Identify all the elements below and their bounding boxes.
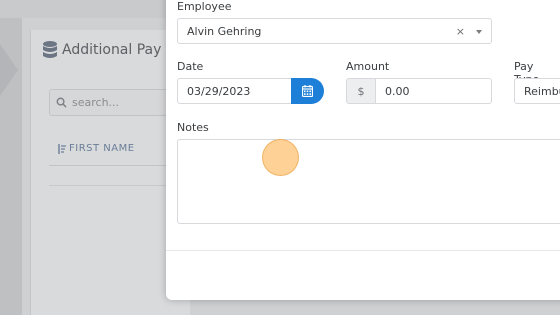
employee-value: Alvin Gehring (187, 24, 262, 38)
sidebar-collapse-arrow (0, 44, 18, 96)
table-divider (49, 185, 169, 186)
table-divider (49, 165, 169, 166)
notes-textarea[interactable] (177, 139, 560, 224)
employee-select[interactable]: Alvin Gehring × (177, 18, 492, 44)
employee-label: Employee (177, 0, 232, 13)
click-indicator (262, 139, 299, 176)
modal-footer-divider (166, 250, 560, 251)
search-icon (56, 97, 67, 108)
search-input[interactable]: search... (72, 96, 119, 109)
search-box[interactable]: search... (49, 89, 174, 116)
calendar-button[interactable] (291, 78, 324, 104)
pay-type-value: Reimbu (524, 84, 560, 98)
currency-addon: $ (346, 78, 376, 104)
column-header-label: FIRST NAME (69, 143, 135, 154)
chevron-down-icon[interactable] (476, 30, 482, 34)
date-label: Date (177, 60, 204, 73)
clear-selection-icon[interactable]: × (456, 25, 465, 38)
panel-title: Additional Pay (62, 42, 162, 58)
panel-header: Additional Pay (42, 40, 161, 60)
column-header-first-name[interactable]: FIRST NAME (57, 143, 135, 154)
date-input[interactable]: 03/29/2023 (177, 78, 293, 104)
database-icon (43, 41, 57, 58)
sort-icon (58, 143, 66, 154)
amount-input[interactable]: 0.00 (375, 78, 492, 104)
amount-label: Amount (346, 60, 390, 73)
calendar-icon (302, 85, 313, 97)
date-value: 03/29/2023 (187, 84, 251, 98)
notes-label: Notes (177, 121, 209, 134)
pay-type-select[interactable]: Reimbu (514, 78, 560, 104)
amount-value: 0.00 (385, 84, 410, 98)
